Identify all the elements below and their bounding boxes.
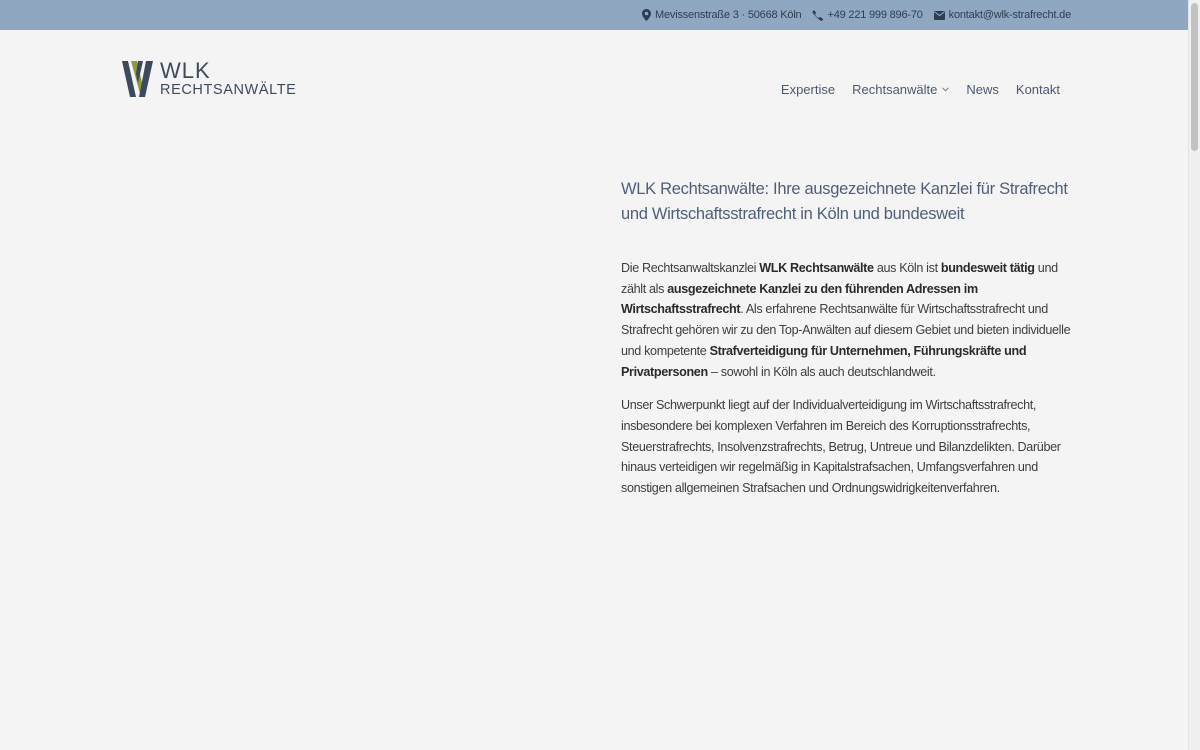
nav-item-label: Expertise [780, 82, 836, 97]
nav-item-rechtsanwaelte[interactable]: Rechtsanwälte [852, 82, 950, 97]
focus-paragraph: Unser Schwerpunkt liegt auf der Individu… [621, 398, 1061, 496]
nav-item-label: News [966, 82, 999, 97]
logo-name: WLK [160, 58, 211, 83]
vertical-scrollbar[interactable] [1188, 0, 1200, 750]
address-item[interactable]: Mevissenstraße 3 · 50668 Köln [642, 9, 802, 21]
phone-text: +49 221 999 896-70 [827, 9, 923, 21]
text-segment: Die Rechtsanwaltskanzlei [621, 261, 760, 275]
phone-icon [812, 9, 824, 21]
site-header: WLK RECHTSANWÄLTE Expertise Rechtsanwält… [0, 30, 1189, 140]
logo[interactable]: WLK RECHTSANWÄLTE [122, 58, 297, 102]
envelope-icon [933, 10, 945, 20]
scrollbar-thumb[interactable] [1191, 3, 1198, 151]
email-item[interactable]: kontakt@wlk-strafrecht.de [933, 9, 1072, 21]
intro-section: WLK Rechtsanwälte: Ihre ausgezeichnete K… [621, 177, 1073, 512]
text-segment: – sowohl in Köln als auch deutschlandwei… [707, 364, 936, 379]
logo-mark-icon [122, 61, 154, 102]
phone-item[interactable]: +49 221 999 896-70 [812, 9, 923, 21]
bold-segment: WLK Rechtsanwälte [759, 261, 874, 275]
contact-info: Mevissenstraße 3 · 50668 Köln +49 221 99… [642, 0, 1071, 30]
nav-item-kontakt[interactable]: Kontakt [1016, 82, 1060, 97]
nav-item-label: Kontakt [1015, 82, 1060, 97]
intro-paragraph: Die Rechtsanwaltskanzlei WLK Rechtsanwäl… [621, 258, 1073, 382]
nav-item-expertise[interactable]: Expertise [781, 82, 835, 97]
email-text: kontakt@wlk-strafrecht.de [948, 9, 1072, 21]
page-heading: WLK Rechtsanwälte: Ihre ausgezeichnete K… [621, 180, 1068, 223]
chevron-down-icon [942, 85, 950, 94]
main-nav: Expertise Rechtsanwälte News Kontakt [781, 82, 1060, 97]
top-contact-bar: Mevissenstraße 3 · 50668 Köln +49 221 99… [0, 0, 1189, 30]
nav-item-label: Rechtsanwälte [852, 82, 938, 97]
text-segment: aus Köln ist [873, 261, 941, 275]
address-text: Mevissenstraße 3 · 50668 Köln [655, 9, 802, 21]
logo-subtitle: RECHTSANWÄLTE [160, 82, 297, 98]
bold-segment: bundesweit tätig [940, 261, 1035, 275]
nav-item-news[interactable]: News [966, 82, 999, 97]
map-pin-icon [642, 9, 652, 21]
logo-text: WLK RECHTSANWÄLTE [160, 58, 297, 99]
